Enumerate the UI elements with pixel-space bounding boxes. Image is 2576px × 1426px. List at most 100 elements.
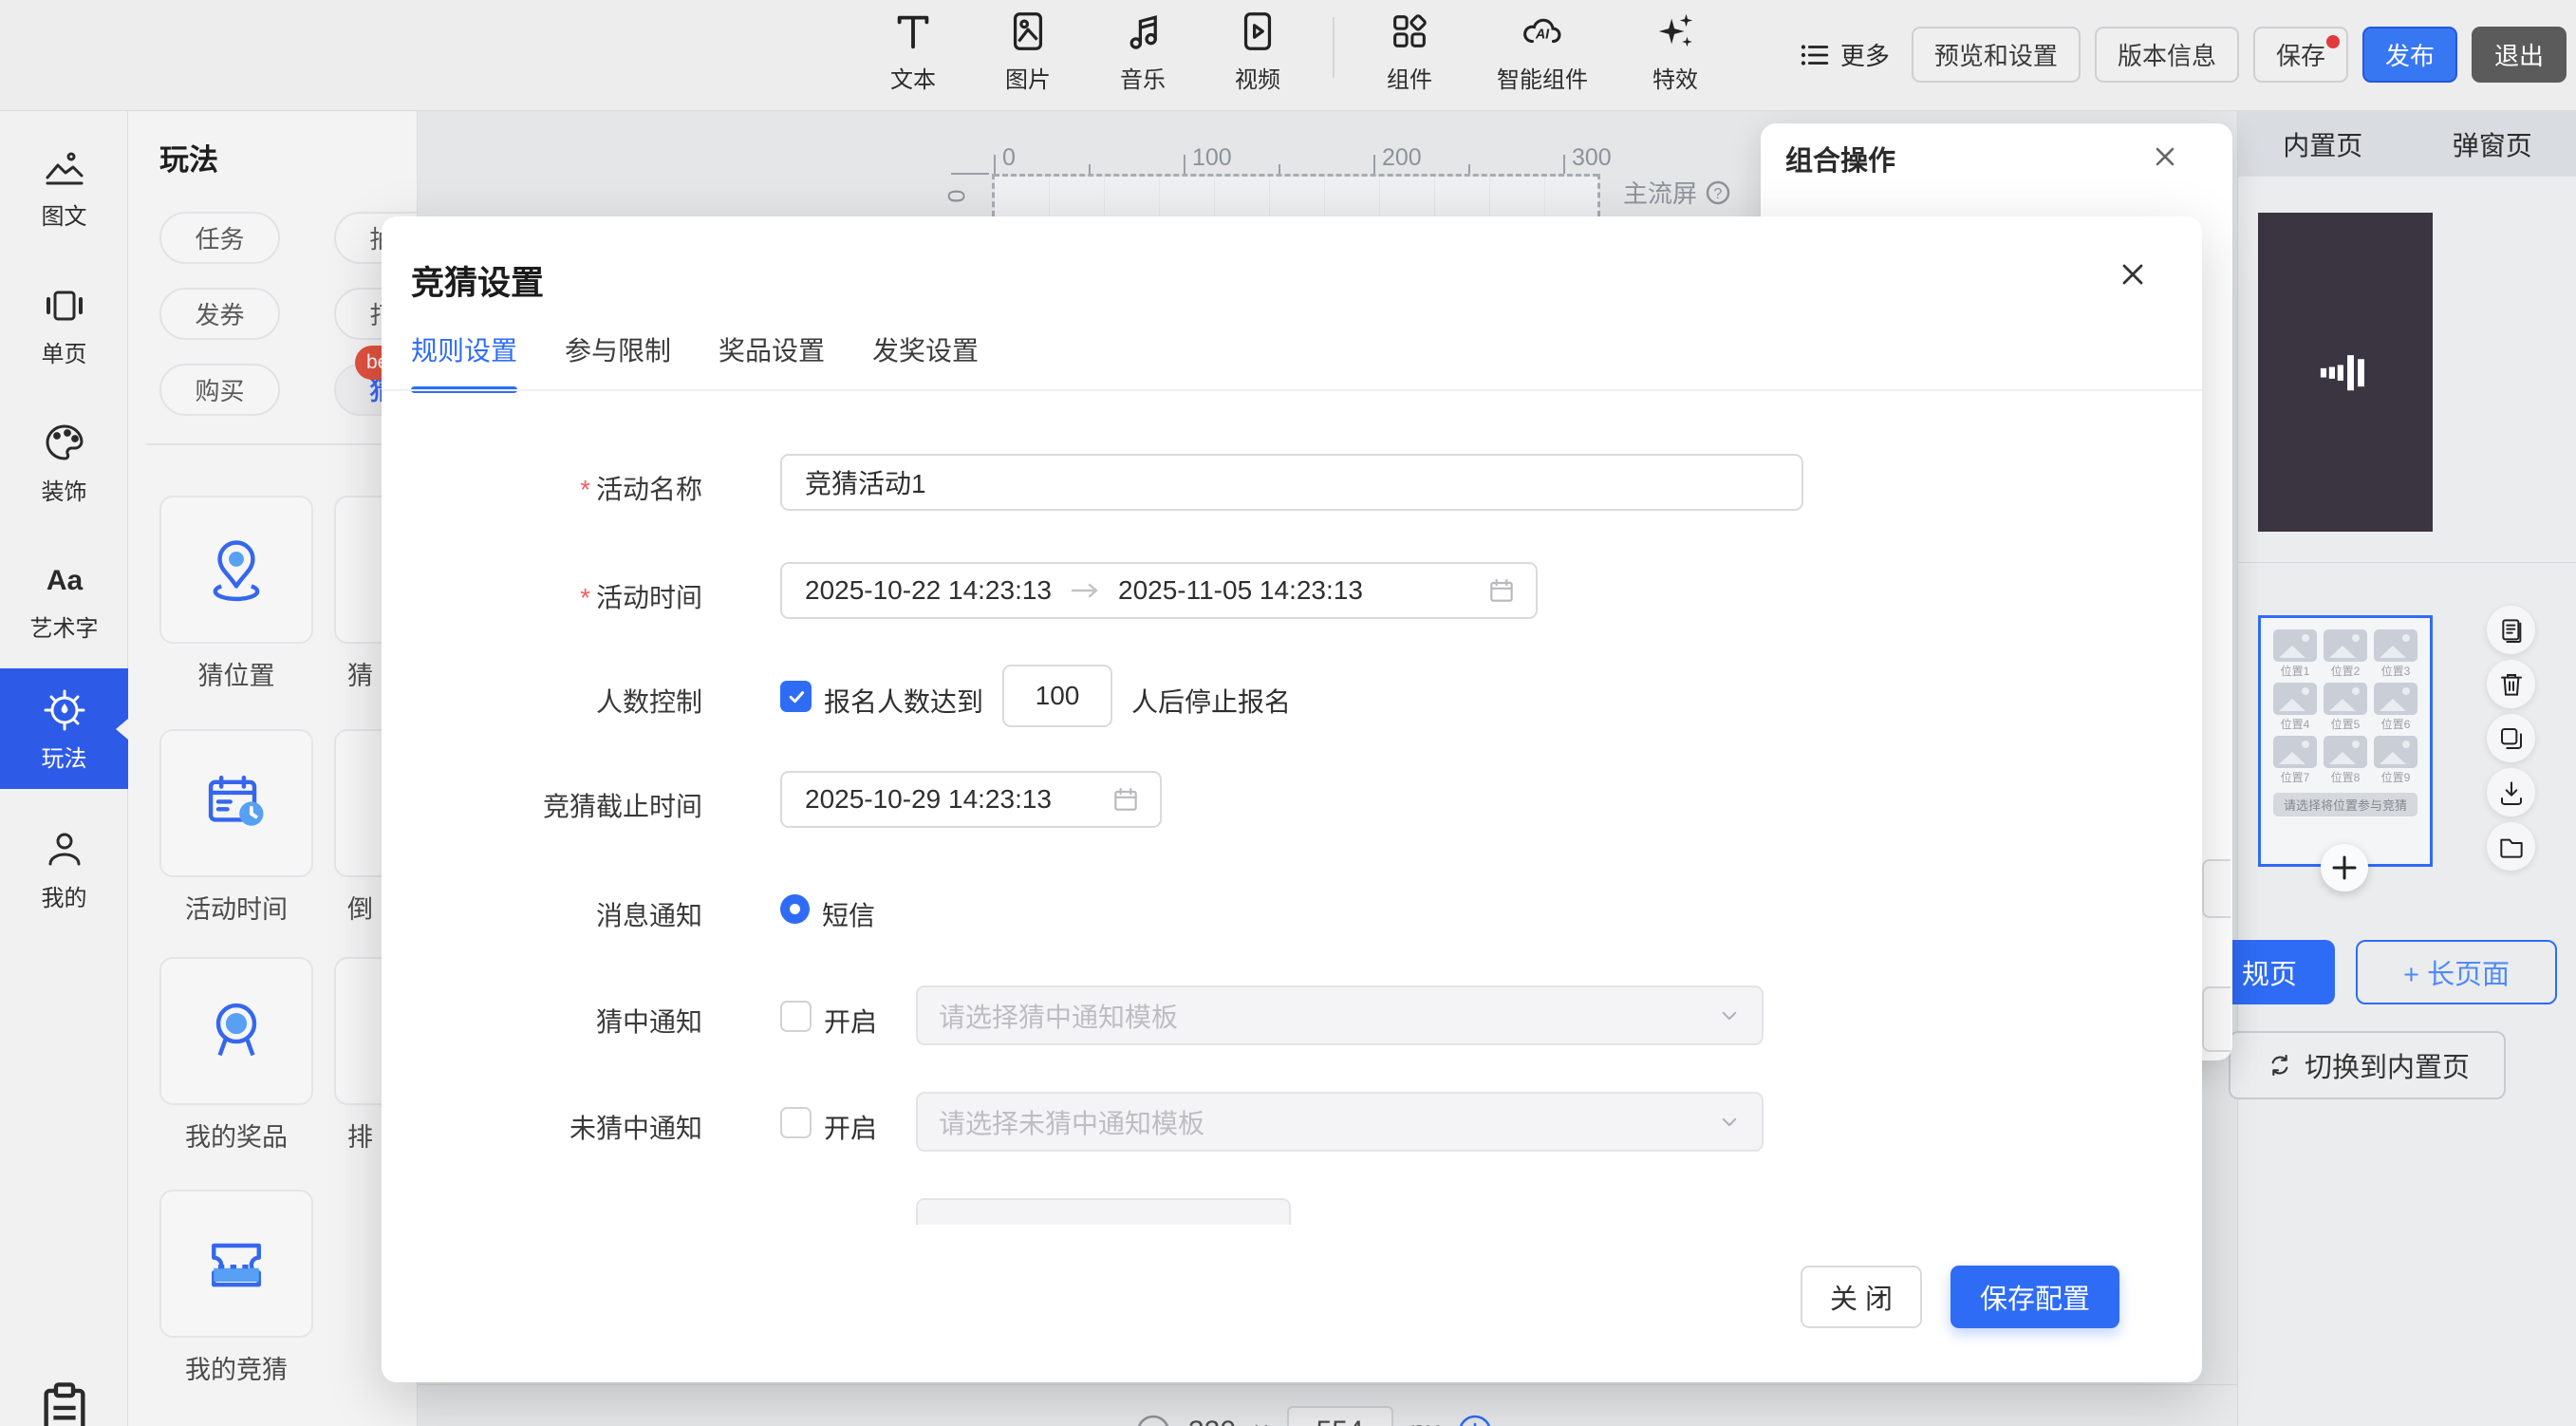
canvas-height-input[interactable]: 554 bbox=[1287, 1406, 1393, 1426]
publish-button[interactable]: 发布 bbox=[2362, 27, 2457, 83]
activity-name-input[interactable]: 竞猜活动1 bbox=[780, 454, 1803, 511]
tab-award-settings[interactable]: 发奖设置 bbox=[872, 330, 979, 393]
tab-participation-limit[interactable]: 参与限制 bbox=[565, 330, 671, 393]
download-page-button[interactable] bbox=[2487, 768, 2535, 816]
plays-icon bbox=[42, 687, 87, 733]
folder-button[interactable] bbox=[2487, 822, 2535, 871]
lose-notice-checkbox[interactable] bbox=[780, 1107, 812, 1138]
add-long-page-button[interactable]: + 长页面 bbox=[2356, 940, 2557, 1004]
music-tool-icon bbox=[1121, 9, 1165, 53]
play-card-guess-location[interactable]: 猜位置 bbox=[159, 496, 313, 692]
tool-ai-components[interactable]: AI 智能组件 bbox=[1483, 9, 1602, 94]
switch-to-builtin-button[interactable]: 切换到内置页 bbox=[2229, 1031, 2506, 1099]
win-notice-checkbox[interactable] bbox=[780, 1001, 812, 1032]
sidebar-item-decoration[interactable]: 装饰 bbox=[0, 413, 128, 512]
version-info-button[interactable]: 版本信息 bbox=[2095, 27, 2239, 83]
delete-page-button[interactable] bbox=[2487, 660, 2535, 708]
deadline-input[interactable]: 2025-10-29 14:23:13 bbox=[780, 771, 1162, 828]
toolbar-separator bbox=[1333, 17, 1335, 78]
activity-time-range-input[interactable]: 2025-10-22 14:23:13 2025-11-05 14:23:13 bbox=[780, 562, 1538, 619]
capacity-checkbox[interactable] bbox=[780, 681, 812, 712]
placeholder-cell: 位置9 bbox=[2374, 736, 2417, 785]
clipped-next-field bbox=[916, 1198, 1291, 1225]
tab-rule-settings[interactable]: 规则设置 bbox=[411, 330, 517, 393]
placeholder-cell: 位置7 bbox=[2273, 736, 2317, 785]
tool-image[interactable]: 图片 bbox=[986, 9, 1070, 94]
canvas-dashed-border-top bbox=[994, 174, 1598, 177]
save-config-button[interactable]: 保存配置 bbox=[1951, 1266, 2119, 1328]
chevron-down-icon bbox=[1716, 1109, 1743, 1135]
exit-button[interactable]: 退出 bbox=[2472, 27, 2567, 83]
ticket-icon bbox=[200, 1228, 272, 1300]
top-toolbar: 文本 图片 音乐 视频 组件 AI 智能组件 bbox=[0, 0, 2576, 111]
calendar-icon bbox=[1111, 784, 1141, 815]
page-thumbnail-loading[interactable] bbox=[2258, 213, 2433, 532]
play-card-my-prizes[interactable]: 我的奖品 bbox=[159, 957, 313, 1154]
ruler-label: 0 bbox=[1002, 144, 1016, 172]
sidebar-item-single-page[interactable]: 单页 bbox=[0, 275, 128, 374]
tool-video[interactable]: 视频 bbox=[1216, 9, 1299, 94]
play-card-my-guesses[interactable]: 我的竞猜 bbox=[159, 1190, 313, 1386]
calendar-icon bbox=[1486, 575, 1517, 606]
zoom-in-icon[interactable] bbox=[1457, 1414, 1493, 1426]
close-icon[interactable] bbox=[2151, 142, 2179, 171]
image-placeholder-icon bbox=[2374, 736, 2417, 768]
win-toggle-label: 开启 bbox=[824, 1002, 877, 1040]
category-coupon[interactable]: 发券 bbox=[159, 288, 280, 340]
sidebar-item-mine[interactable]: 我的 bbox=[0, 819, 128, 918]
image-placeholder-icon bbox=[2374, 629, 2417, 662]
placeholder-cell: 位置5 bbox=[2324, 683, 2367, 732]
single-page-icon bbox=[42, 283, 87, 328]
sidebar-item-image-text[interactable]: 图文 bbox=[0, 138, 128, 236]
pages-panel: 内置页 弹窗页 位置1 位置2 位置3 位置4 位置5 位置6 位置7 位置8 … bbox=[2237, 111, 2576, 1426]
capacity-input[interactable]: 100 bbox=[1002, 665, 1112, 727]
unsaved-dot bbox=[2326, 35, 2340, 48]
play-card-activity-time[interactable]: 活动时间 bbox=[159, 729, 313, 926]
check-icon bbox=[786, 686, 807, 707]
tool-components[interactable]: 组件 bbox=[1368, 9, 1451, 94]
win-template-select[interactable]: 请选择猜中通知模板 bbox=[916, 985, 1764, 1045]
add-page-button[interactable] bbox=[2321, 844, 2368, 891]
modal-title: 竞猜设置 bbox=[411, 256, 544, 305]
duplicate-page-button[interactable] bbox=[2487, 714, 2535, 762]
help-question-icon[interactable]: ? bbox=[1705, 179, 1731, 206]
main-sidebar: 图文 单页 装饰 Aa 艺术字 玩法 我的 bbox=[0, 111, 128, 1426]
tool-text[interactable]: 文本 bbox=[871, 9, 955, 94]
palette-icon bbox=[42, 421, 87, 466]
mainstream-screen-label: 主流屏 ? bbox=[1623, 175, 1731, 210]
close-icon[interactable] bbox=[2117, 258, 2149, 291]
modal-close-button[interactable]: 关 闭 bbox=[1801, 1266, 1922, 1328]
lose-template-select[interactable]: 请选择未猜中通知模板 bbox=[916, 1092, 1764, 1152]
person-icon bbox=[42, 827, 87, 872]
hidden-button-edge bbox=[2202, 986, 2231, 1052]
zoom-out-icon[interactable] bbox=[1135, 1414, 1171, 1426]
field-label-activity-time: *活动时间 bbox=[382, 577, 702, 615]
canvas-page-strip[interactable] bbox=[994, 177, 1598, 216]
save-button[interactable]: 保存 bbox=[2253, 27, 2348, 83]
times-symbol: × bbox=[1253, 1416, 1270, 1426]
preview-settings-button[interactable]: 预览和设置 bbox=[1912, 27, 2081, 83]
calendar-clock-icon bbox=[200, 767, 272, 839]
sidebar-item-art-text[interactable]: Aa 艺术字 bbox=[0, 550, 128, 648]
tab-popup-page[interactable]: 弹窗页 bbox=[2408, 111, 2576, 177]
capacity-suffix: 人后停止报名 bbox=[1131, 682, 1291, 720]
sms-option-label: 短信 bbox=[822, 895, 875, 933]
category-purchase[interactable]: 购买 bbox=[159, 364, 280, 416]
app-root: 0 100 200 300 0 主流屏 ? 组合操作 内置页 弹窗页 位置1 位… bbox=[0, 0, 2576, 1426]
tool-effects[interactable]: 特效 bbox=[1633, 9, 1717, 94]
clipboard-button[interactable] bbox=[35, 1379, 94, 1426]
svg-text:Aa: Aa bbox=[46, 565, 83, 596]
sidebar-item-plays[interactable]: 玩法 bbox=[0, 668, 128, 789]
category-task[interactable]: 任务 bbox=[159, 212, 280, 264]
sms-radio[interactable] bbox=[780, 894, 810, 924]
lose-toggle-label: 开启 bbox=[824, 1108, 877, 1146]
page-thumbnail-selected[interactable]: 位置1 位置2 位置3 位置4 位置5 位置6 位置7 位置8 位置9 请选择将… bbox=[2258, 615, 2433, 867]
field-label-activity-name: *活动名称 bbox=[382, 469, 702, 507]
tool-music[interactable]: 音乐 bbox=[1101, 9, 1185, 94]
more-button[interactable]: 更多 bbox=[1799, 37, 1890, 72]
hidden-button-edge bbox=[2202, 859, 2231, 918]
copy-page-button[interactable] bbox=[2487, 606, 2535, 654]
tab-builtin-page[interactable]: 内置页 bbox=[2238, 111, 2408, 177]
ruler-label: 200 bbox=[1382, 144, 1422, 172]
tab-prize-settings[interactable]: 奖品设置 bbox=[719, 330, 825, 393]
